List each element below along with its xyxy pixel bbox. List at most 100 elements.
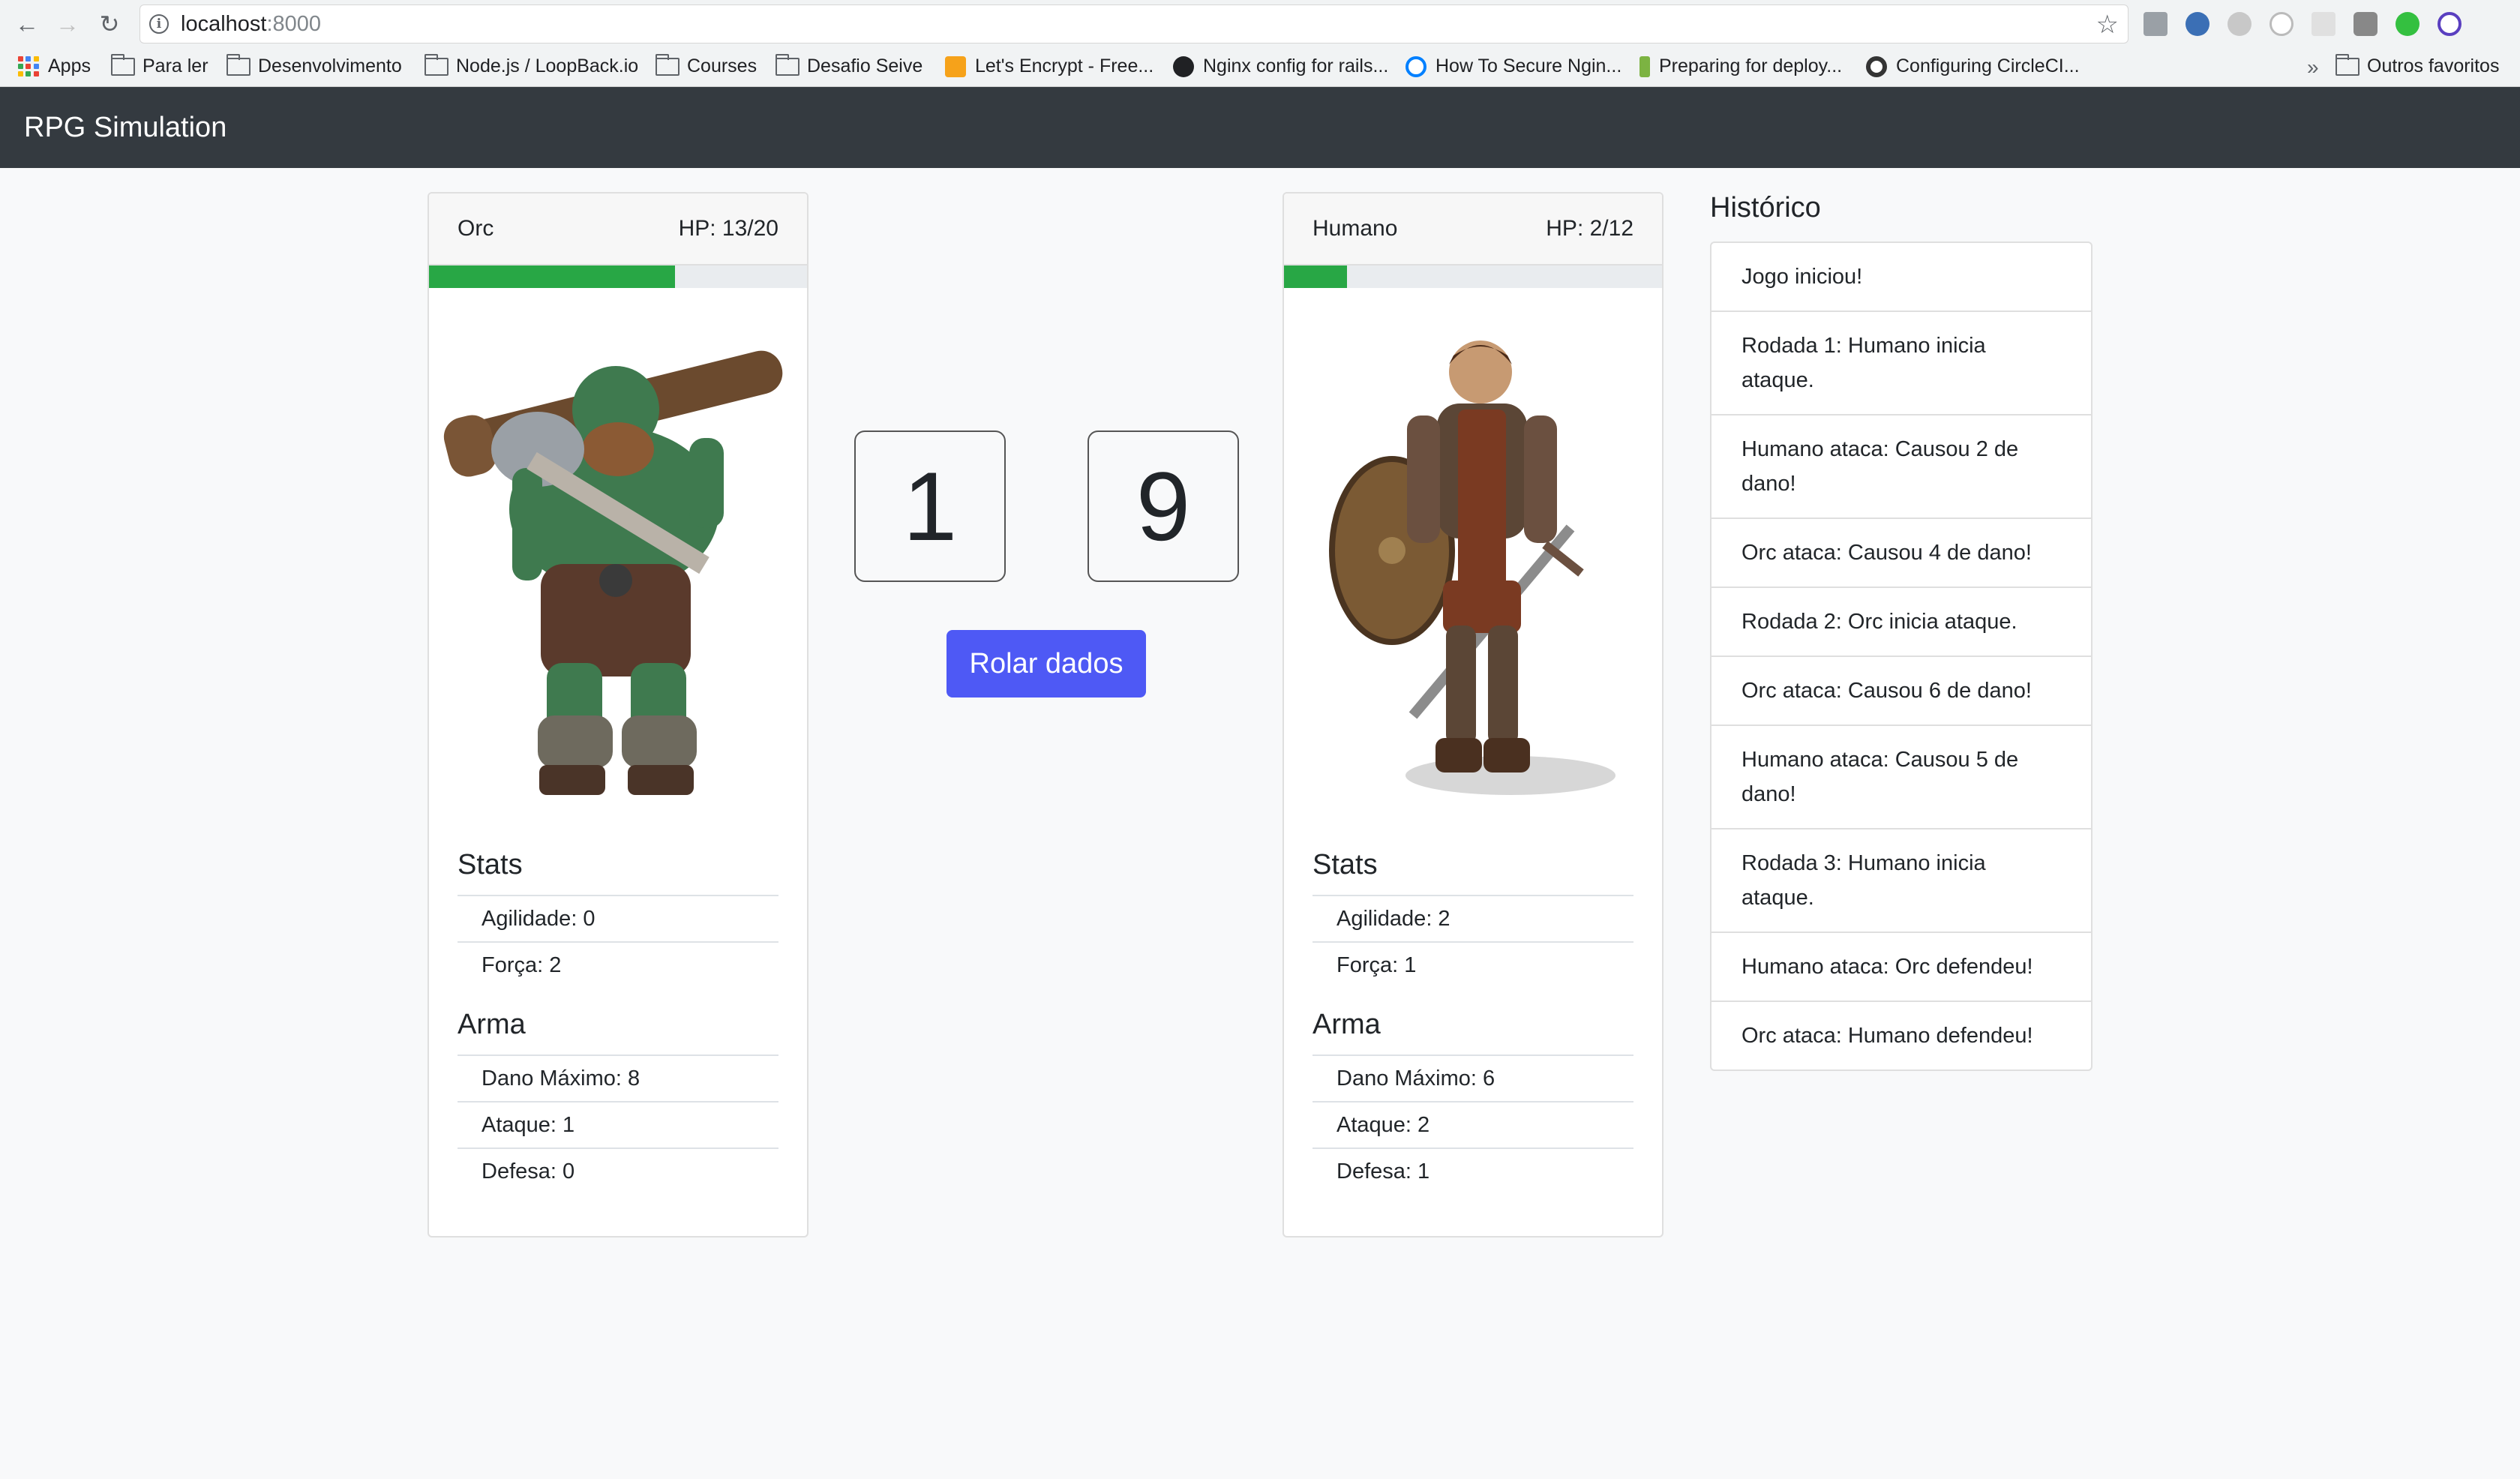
folder-icon (2335, 53, 2360, 76)
stat-agilidade: Agilidade: 2 (1312, 895, 1634, 941)
weapon-defesa: Defesa: 1 (1312, 1148, 1634, 1194)
app-navbar: RPG Simulation (0, 87, 2520, 168)
orc-hp-fill (429, 266, 675, 288)
bookmark-courses[interactable]: Courses (655, 53, 758, 77)
forward-arrow-icon[interactable]: → (50, 8, 86, 40)
bookmark-outros-favoritos[interactable]: Outros favoritos (2335, 53, 2500, 77)
weapon-ataque: Ataque: 1 (458, 1101, 778, 1148)
left-die: 1 (854, 430, 1006, 582)
bookmark-label: Apps (48, 56, 91, 76)
history-item: Orc ataca: Humano defendeu! (1742, 1024, 2033, 1048)
bookmark-para-ler[interactable]: Para ler (110, 53, 208, 77)
bookmark-label: Configuring CircleCI... (1896, 56, 2080, 76)
character-name: Orc (458, 216, 494, 241)
human-card: Humano HP: 2/12 Stats Agilidade: 2 Força… (1282, 192, 1664, 1238)
folder-icon (226, 53, 250, 76)
human-card-header: Humano HP: 2/12 (1284, 194, 1662, 266)
weapon-dano-maximo: Dano Máximo: 8 (458, 1054, 778, 1101)
extension-circle-icon[interactable] (2228, 12, 2252, 36)
history-item: Rodada 3: Humano inicia ataque. (1712, 830, 2091, 933)
site-info-icon[interactable]: i (149, 14, 169, 34)
weapon-ataque: Ataque: 2 (1312, 1101, 1634, 1148)
history-item: Orc ataca: Causou 6 de dano! (1712, 657, 2091, 726)
history-title: Histórico (1710, 192, 1821, 224)
bookmark-label: Courses (687, 56, 758, 76)
history-item: Humano ataca: Causou 5 de dano! (1712, 726, 2091, 830)
app-brand[interactable]: RPG Simulation (24, 112, 226, 144)
address-bar[interactable]: i localhost:8000 ☆ (140, 4, 2128, 44)
history-item: Rodada 1: Humano inicia ataque. (1712, 312, 2091, 416)
folder-icon (110, 53, 135, 76)
github-icon (1173, 56, 1194, 77)
extension-globe-icon[interactable] (2186, 12, 2210, 36)
bookmark-label: Preparing for deploy... (1659, 56, 1843, 76)
roll-dice-button[interactable]: Rolar dados (946, 630, 1146, 698)
digitalocean-icon (1406, 56, 1426, 77)
orc-hp-bar (429, 266, 807, 288)
bookmark-label: Node.js / LoopBack.io (456, 56, 639, 76)
bookmark-label: Outros favoritos (2367, 56, 2500, 76)
weapon-defesa: Defesa: 0 (458, 1148, 778, 1194)
right-die: 9 (1088, 430, 1239, 582)
hp-label: HP: 13/20 (678, 216, 778, 241)
bookmark-desenvolvimento[interactable]: Desenvolvimento (226, 53, 402, 77)
weapon-title: Arma (458, 1009, 526, 1040)
bookmark-label: Nginx config for rails... (1203, 56, 1389, 76)
history-item: Rodada 2: Orc inicia ataque. (1712, 588, 2091, 657)
stat-forca: Força: 2 (458, 941, 778, 988)
bookmarks-overflow-chevron-icon[interactable]: » (2307, 56, 2319, 80)
extension-js-icon[interactable] (2144, 12, 2168, 36)
reload-icon[interactable]: ↻ (92, 8, 128, 40)
orc-card-header: Orc HP: 13/20 (429, 194, 807, 266)
weapon-title: Arma (1312, 1009, 1381, 1040)
bookmark-desafio-seive[interactable]: Desafio Seive (775, 53, 923, 77)
bookmark-label: How To Secure Ngin... (1436, 56, 1622, 76)
character-name: Humano (1312, 216, 1398, 241)
bitbucket-icon (1640, 56, 1650, 77)
bookmark-letsencrypt[interactable]: Let's Encrypt - Free... (945, 56, 1154, 77)
url-host: localhost (181, 11, 267, 36)
weapon-dano-maximo: Dano Máximo: 6 (1312, 1054, 1634, 1101)
extension-block-icon[interactable] (2438, 12, 2462, 36)
url-port: :8000 (266, 11, 322, 36)
history-item: Orc ataca: Causou 4 de dano! (1712, 519, 2091, 588)
bookmark-label: Let's Encrypt - Free... (975, 56, 1154, 76)
history-item: Humano ataca: Orc defendeu! (1712, 933, 2091, 1002)
hp-label: HP: 2/12 (1546, 216, 1634, 241)
human-image (1329, 340, 1616, 795)
bookmark-nodejs-loopback[interactable]: Node.js / LoopBack.io (424, 53, 639, 77)
stat-agilidade: Agilidade: 0 (458, 895, 778, 941)
history-item: Humano ataca: Causou 2 de dano! (1712, 416, 2091, 519)
stats-title: Stats (1312, 849, 1378, 880)
human-hp-bar (1284, 266, 1662, 288)
bookmark-circleci[interactable]: Configuring CircleCI... (1866, 56, 2080, 77)
back-arrow-icon[interactable]: ← (9, 8, 45, 40)
apps-grid-icon (18, 56, 39, 77)
history-item: Jogo iniciou! (1712, 243, 2091, 312)
stats-title: Stats (458, 849, 523, 880)
bookmarks-bar: Apps Para ler Desenvolvimento Node.js / … (0, 48, 2520, 86)
extension-at-icon[interactable] (2270, 12, 2294, 36)
browser-chrome: ← → ↻ i localhost:8000 ☆ Apps Para ler D… (0, 0, 2520, 87)
bookmark-label: Para ler (142, 56, 208, 76)
human-hp-fill (1284, 266, 1348, 288)
folder-icon (424, 53, 448, 76)
bookmark-label: Desenvolvimento (258, 56, 402, 76)
orc-portrait (429, 288, 807, 843)
folder-icon (775, 53, 800, 76)
bookmark-star-icon[interactable]: ☆ (2096, 10, 2119, 40)
history-list: Jogo iniciou! Rodada 1: Humano inicia at… (1710, 242, 2092, 1071)
bookmark-apps[interactable]: Apps (18, 56, 91, 77)
bookmark-preparing-deploy[interactable]: Preparing for deploy... (1640, 56, 1842, 77)
circleci-icon (1866, 56, 1887, 77)
orc-image (443, 350, 783, 795)
bookmark-label: Desafio Seive (807, 56, 923, 76)
human-portrait (1284, 288, 1662, 843)
bookmark-nginx-config[interactable]: Nginx config for rails... (1173, 56, 1388, 77)
extension-grid-icon[interactable] (2312, 12, 2336, 36)
orc-card: Orc HP: 13/20 Stats Agilidade: 0 Força: … (428, 192, 808, 1238)
bookmark-secure-nginx[interactable]: How To Secure Ngin... (1406, 56, 1622, 77)
extension-window-icon[interactable] (2354, 12, 2378, 36)
stat-forca: Força: 1 (1312, 941, 1634, 988)
extension-power-icon[interactable] (2396, 12, 2420, 36)
